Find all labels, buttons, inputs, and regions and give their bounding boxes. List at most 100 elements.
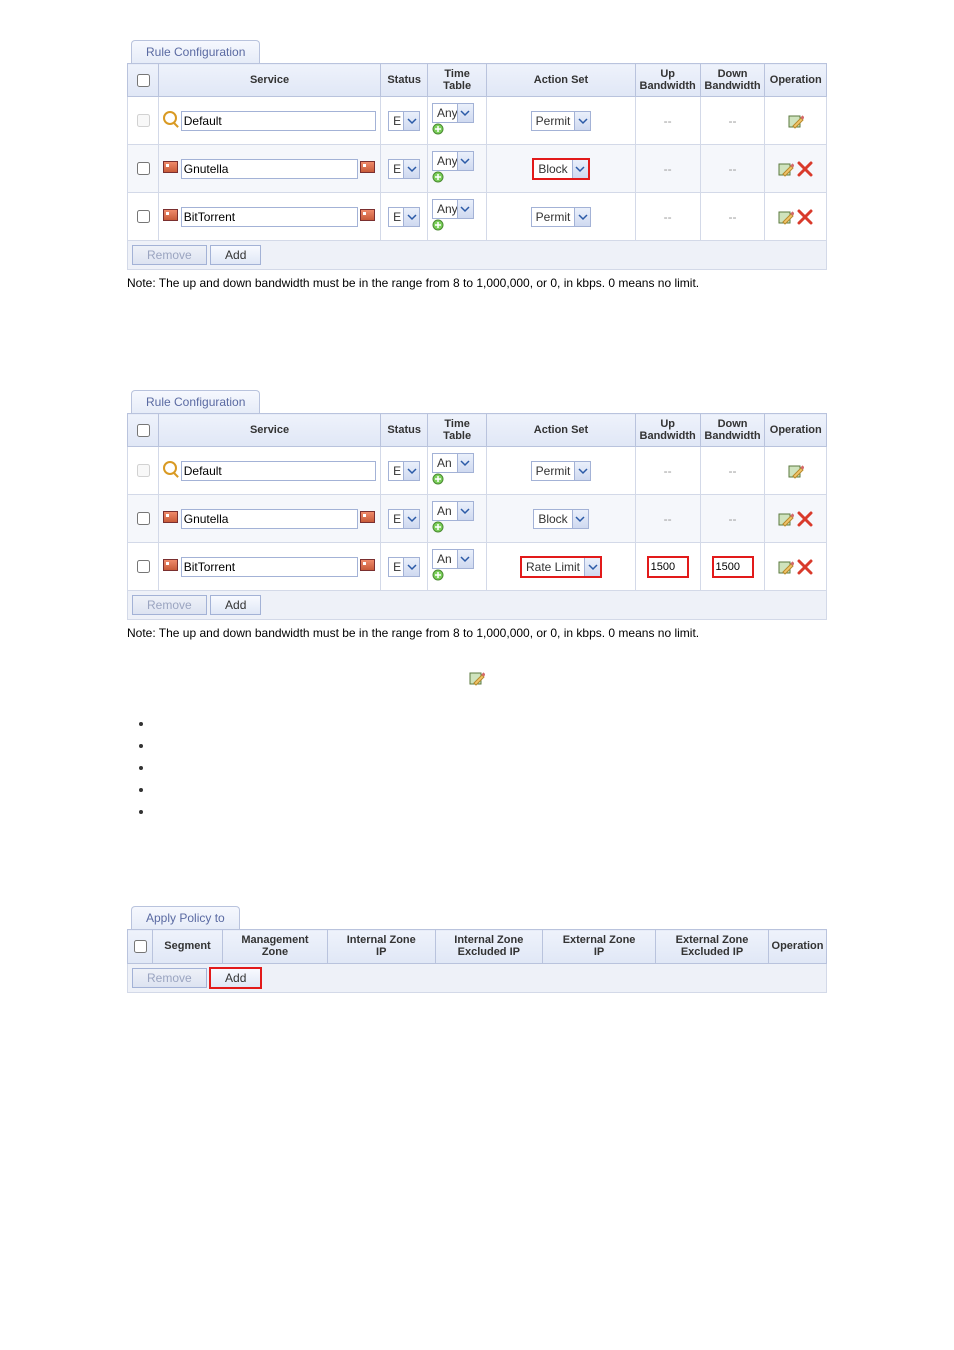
rule-table-1: Service Status Time Table Action Set Up … (127, 63, 827, 270)
plus-icon[interactable] (432, 569, 444, 581)
action-set-select[interactable]: Permit (532, 464, 575, 478)
service-input[interactable] (181, 207, 359, 227)
chevron-down-icon[interactable] (403, 462, 419, 480)
delete-icon[interactable] (797, 511, 813, 525)
row-checkbox[interactable] (137, 114, 150, 127)
action-set-select[interactable]: Permit (532, 210, 575, 224)
chevron-down-icon[interactable] (403, 208, 419, 226)
table-row: EAnyPermit---- (128, 97, 827, 145)
time-table-select[interactable]: Any (433, 106, 457, 120)
action-set-select[interactable]: Block (534, 512, 571, 526)
edit-icon[interactable] (778, 511, 794, 525)
service-input[interactable] (181, 557, 359, 577)
chevron-down-icon[interactable] (457, 502, 473, 520)
service-input[interactable] (181, 509, 359, 529)
chevron-down-icon[interactable] (457, 200, 473, 218)
rule-config-panel-2: Rule Configuration Service Status Time T… (127, 390, 827, 620)
row-checkbox[interactable] (137, 464, 150, 477)
category-icon[interactable] (360, 511, 376, 527)
row-checkbox[interactable] (137, 210, 150, 223)
status-select[interactable]: E (389, 464, 403, 478)
time-table-select[interactable]: Any (433, 202, 457, 216)
action-set-select[interactable]: Rate Limit (522, 560, 584, 574)
delete-icon[interactable] (797, 161, 813, 175)
rule-config-panel-1: Rule Configuration Service Status Time T… (127, 40, 827, 270)
bandwidth-value: -- (729, 162, 737, 176)
action-set-select[interactable]: Block (534, 162, 571, 176)
bandwidth-input[interactable] (648, 557, 688, 577)
plus-icon[interactable] (432, 123, 444, 135)
add-button[interactable]: Add (210, 595, 261, 615)
chevron-down-icon[interactable] (572, 510, 588, 528)
category-icon[interactable] (360, 559, 376, 575)
table-row: EAnyBlock---- (128, 145, 827, 193)
remove-button[interactable]: Remove (132, 245, 207, 265)
status-select[interactable]: E (389, 162, 403, 176)
remove-button[interactable]: Remove (132, 595, 207, 615)
edit-icon (469, 671, 485, 685)
select-all-checkbox[interactable] (137, 74, 150, 87)
status-select[interactable]: E (389, 114, 403, 128)
select-all-checkbox[interactable] (134, 940, 147, 953)
list-item (153, 782, 827, 804)
chevron-down-icon[interactable] (457, 104, 473, 122)
status-select[interactable]: E (389, 210, 403, 224)
status-select[interactable]: E (389, 560, 403, 574)
status-select[interactable]: E (389, 512, 403, 526)
select-all-checkbox[interactable] (137, 424, 150, 437)
time-table-select[interactable]: An (433, 456, 457, 470)
edit-icon[interactable] (788, 113, 804, 127)
category-icon[interactable] (360, 209, 376, 225)
chevron-down-icon[interactable] (574, 462, 590, 480)
service-input[interactable] (181, 111, 377, 131)
col-ext-ip: External Zone IP (543, 930, 656, 963)
chevron-down-icon[interactable] (403, 510, 419, 528)
chevron-down-icon[interactable] (403, 160, 419, 178)
edit-icon[interactable] (778, 161, 794, 175)
chevron-down-icon[interactable] (574, 208, 590, 226)
list-item (153, 804, 827, 826)
category-icon[interactable] (360, 161, 376, 177)
service-input[interactable] (181, 159, 359, 179)
chevron-down-icon[interactable] (457, 152, 473, 170)
plus-icon[interactable] (432, 521, 444, 533)
time-table-select[interactable]: Any (433, 154, 457, 168)
service-input[interactable] (181, 461, 377, 481)
plus-icon[interactable] (432, 473, 444, 485)
add-button[interactable]: Add (210, 245, 261, 265)
remove-button[interactable]: Remove (132, 968, 207, 988)
row-checkbox[interactable] (137, 162, 150, 175)
rule-config-tab[interactable]: Rule Configuration (131, 390, 260, 413)
time-table-select[interactable]: An (433, 504, 457, 518)
time-table-select[interactable]: An (433, 552, 457, 566)
bandwidth-value: -- (664, 114, 672, 128)
col-mgmt-zone: Management Zone (223, 930, 328, 963)
col-operation: Operation (765, 64, 827, 97)
chevron-down-icon[interactable] (403, 558, 419, 576)
delete-icon[interactable] (797, 559, 813, 573)
action-set-select[interactable]: Permit (532, 114, 575, 128)
chevron-down-icon[interactable] (584, 558, 600, 576)
add-button[interactable]: Add (210, 968, 261, 988)
bandwidth-value: -- (729, 512, 737, 526)
chevron-down-icon[interactable] (572, 160, 588, 178)
edit-icon[interactable] (788, 463, 804, 477)
edit-icon[interactable] (778, 209, 794, 223)
row-checkbox[interactable] (137, 512, 150, 525)
apply-policy-tab[interactable]: Apply Policy to (131, 906, 240, 929)
col-status: Status (381, 414, 428, 447)
edit-icon[interactable] (778, 559, 794, 573)
chevron-down-icon[interactable] (403, 112, 419, 130)
bandwidth-input[interactable] (713, 557, 753, 577)
delete-icon[interactable] (797, 209, 813, 223)
plus-icon[interactable] (432, 171, 444, 183)
chevron-down-icon[interactable] (574, 112, 590, 130)
apply-policy-panel: Apply Policy to Segment Management Zone … (127, 906, 827, 992)
col-segment: Segment (153, 930, 223, 963)
rule-config-tab[interactable]: Rule Configuration (131, 40, 260, 63)
row-checkbox[interactable] (137, 560, 150, 573)
bandwidth-value: -- (729, 210, 737, 224)
chevron-down-icon[interactable] (457, 550, 473, 568)
plus-icon[interactable] (432, 219, 444, 231)
chevron-down-icon[interactable] (457, 454, 473, 472)
